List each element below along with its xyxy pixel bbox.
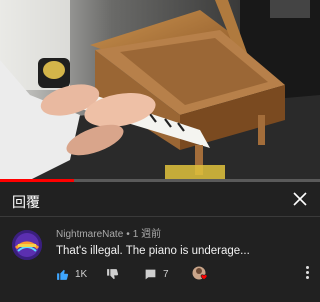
video-player[interactable] [0, 0, 320, 180]
comment: NightmareNate • 1 週前 That's illegal. The p… [56, 228, 311, 259]
more-vert-icon [305, 265, 309, 280]
close-icon [293, 192, 307, 206]
video-frame [0, 0, 320, 180]
panel-title: 回覆 [12, 194, 40, 210]
comment-time: 1 週前 [132, 229, 162, 240]
like-count: 1K [75, 268, 88, 280]
reply-button[interactable]: 7 [144, 264, 169, 284]
comment-meta: NightmareNate • 1 週前 [56, 228, 311, 242]
more-options-button[interactable] [302, 262, 312, 282]
replies-header: 回覆 [0, 182, 320, 217]
comment-author[interactable]: NightmareNate [56, 229, 123, 240]
comment-text: That's illegal. The piano is underage... [56, 245, 250, 257]
reply-count: 7 [163, 268, 169, 280]
creator-heart [192, 264, 210, 284]
comment-actions: 1K 7 [56, 264, 316, 284]
close-button[interactable] [288, 187, 312, 211]
thumb-up-icon [57, 269, 69, 280]
dislike-button[interactable] [106, 264, 119, 284]
avatar-image [12, 230, 42, 260]
comment-icon [145, 269, 156, 279]
avatar[interactable] [12, 230, 42, 260]
like-button[interactable]: 1K [56, 264, 87, 284]
replies-panel: 回覆 NightmareNate • 1 週前 That's illegal. Th… [0, 182, 320, 302]
meta-separator: • [126, 229, 130, 240]
creator-heart-icon [192, 266, 208, 280]
thumb-down-icon [107, 268, 119, 279]
